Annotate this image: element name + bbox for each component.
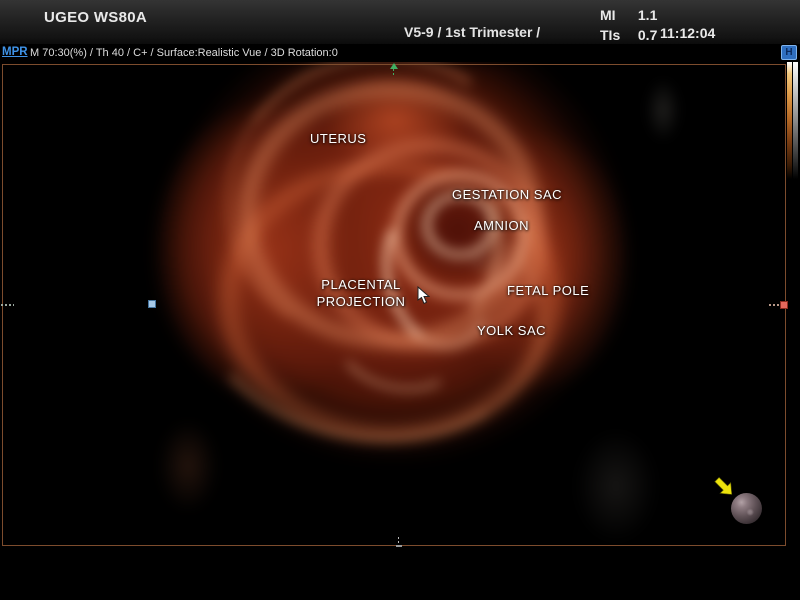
orientation-marker-icon [389,63,398,77]
annotation-yolk-sac: YOLK SAC [477,323,546,338]
gray-dotted-tail [398,537,399,545]
device-name: UGEO WS80A [44,9,147,26]
tis-value: 0.7 [638,27,657,43]
mi-value: 1.1 [638,7,657,23]
save-thumbnail-icon[interactable]: H [781,45,797,60]
annotation-amnion: AMNION [474,218,529,233]
tis-label: TIs [600,25,634,45]
rotation-sphere-icon [731,493,762,524]
annotation-placental-projection: PLACENTAL PROJECTION [306,276,416,310]
slice-dots-left [1,304,14,306]
slice-dots-right [769,304,780,306]
tick-base [396,545,402,547]
colorbar [787,62,798,179]
annotation-gestation-sac: GESTATION SAC [452,187,562,202]
green-dotted-tail [393,69,394,77]
mpr-mode-link[interactable]: MPR [2,46,28,58]
top-bar: UGEO WS80A V5-9 / 1st Trimester / MI 1.1… [0,0,800,44]
annotation-uterus: UTERUS [310,131,366,146]
slice-handle-left[interactable] [148,300,156,308]
mouse-cursor-icon [417,286,430,310]
mi-label: MI [600,5,634,25]
acoustic-indices: MI 1.1 TIs 0.7 [600,5,657,45]
annotation-fetal-pole: FETAL POLE [507,283,589,298]
status-bar: MPR M 70:30(%) / Th 40 / C+ / Surface:Re… [0,44,800,62]
probe-preset: V5-9 / 1st Trimester / [404,24,540,40]
slice-handle-right[interactable] [780,301,788,309]
clock: 11:12:04 [660,25,715,41]
colorbar-sepia-strip [787,62,792,179]
colorbar-gray-strip [793,62,798,179]
mi-index: MI 1.1 [600,5,657,25]
tis-index: TIs 0.7 [600,25,657,45]
bottom-tick-icon [395,537,402,547]
ultrasound-screen: UGEO WS80A V5-9 / 1st Trimester / MI 1.1… [0,0,800,600]
render-stage: UTERUS GESTATION SAC AMNION PLACENTAL PR… [0,62,800,600]
render-parameters: M 70:30(%) / Th 40 / C+ / Surface:Realis… [30,47,338,59]
